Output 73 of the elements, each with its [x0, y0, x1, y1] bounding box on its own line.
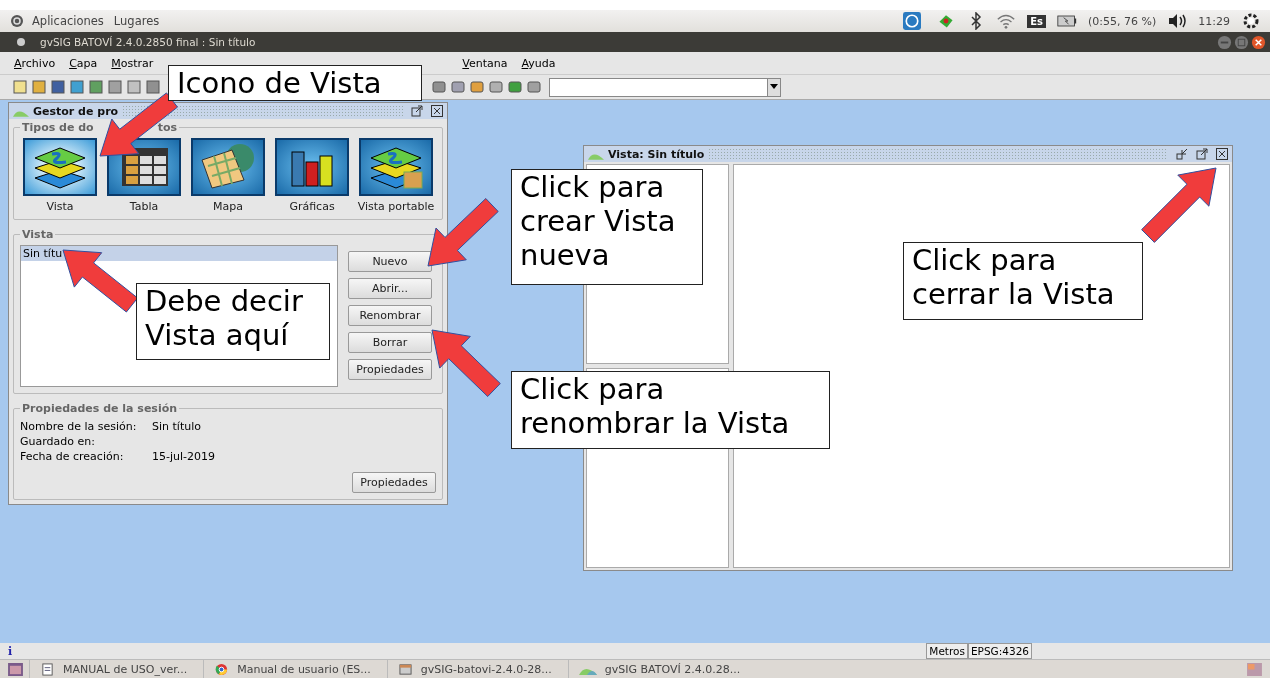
action-button[interactable]: Abrir...	[348, 278, 432, 299]
maximize-icon[interactable]	[411, 105, 423, 117]
menu-item[interactable]: Archivo	[12, 56, 58, 70]
document-icon	[40, 662, 55, 676]
panel-menu[interactable]: Lugares	[113, 14, 160, 28]
taskbar-item[interactable]: gvSIG BATOVÍ 2.4.0.28...	[567, 660, 751, 678]
toolbar-icon[interactable]	[145, 79, 161, 95]
update-icon[interactable]	[902, 12, 923, 30]
keyboard-layout[interactable]: Es	[1027, 14, 1047, 28]
menu-item[interactable]: Ventana	[460, 56, 510, 70]
taskbar-item[interactable]: gvSIG-batovi-2.4.0-28...	[386, 660, 562, 678]
section-legend: Propiedades de la sesión	[22, 402, 178, 415]
close-icon[interactable]	[431, 105, 443, 117]
app-icon	[16, 37, 26, 47]
maximize-icon[interactable]	[1196, 148, 1208, 160]
toolbar-icon[interactable]	[31, 79, 47, 95]
battery-icon[interactable]	[1057, 12, 1078, 30]
info-mark: i	[8, 644, 13, 658]
battery-status[interactable]: (0:55, 76 %)	[1088, 14, 1157, 28]
document-list-item[interactable]: Sin títu	[21, 246, 337, 261]
toolbar-icon[interactable]	[469, 79, 485, 95]
annotation-callout: Click para cerrar la Vista	[903, 242, 1143, 320]
window-title: gvSIG BATOVÍ 2.4.0.2850 final : Sin título	[40, 36, 256, 48]
session-value: Sin título	[152, 419, 201, 434]
session-label: Fecha de creación:	[20, 449, 125, 464]
annotation-callout: Click para crear Vista nueva	[511, 169, 703, 285]
panel-menu[interactable]: Aplicaciones	[32, 14, 104, 28]
clock[interactable]: 11:29	[1198, 14, 1230, 28]
toolbar-icon[interactable]	[488, 79, 504, 95]
toolbar-icon[interactable]	[431, 79, 447, 95]
toolbar-icon[interactable]	[507, 79, 523, 95]
bluetooth-icon[interactable]	[970, 12, 983, 30]
action-button[interactable]: Nuevo	[348, 251, 432, 272]
session-value: 15-jul-2019	[152, 449, 215, 464]
annotation-callout: Click para renombrar la Vista	[511, 371, 830, 449]
action-button[interactable]: Borrar	[348, 332, 432, 353]
annotation-callout: Icono de Vista	[168, 65, 422, 101]
panel-title: Gestor de pro	[33, 104, 119, 118]
archive-icon	[397, 662, 413, 676]
browser-icon	[214, 662, 230, 676]
session-label: Guardado en:	[20, 434, 96, 449]
section-legend: Vista	[22, 228, 54, 241]
wifi-icon[interactable]	[996, 12, 1017, 30]
section-legend: Tipos de do	[22, 121, 94, 134]
crs-field[interactable]: EPSG:4326	[967, 643, 1032, 659]
toolbar-icon[interactable]	[69, 79, 85, 95]
close-icon[interactable]	[1251, 34, 1266, 50]
dropdown-caret-icon[interactable]	[770, 84, 778, 90]
ubuntu-logo-icon[interactable]	[10, 14, 24, 28]
menu-item[interactable]: Capa	[67, 56, 100, 70]
show-desktop-icon[interactable]	[8, 662, 23, 676]
toolbar-icon[interactable]	[450, 79, 466, 95]
toolbar-icon[interactable]	[50, 79, 66, 95]
session-label: Nombre de la sesión:	[20, 419, 138, 434]
properties-button[interactable]: Propiedades	[352, 472, 436, 493]
units-field: Metros	[926, 643, 968, 659]
toolbar-icon[interactable]	[88, 79, 104, 95]
menu-item[interactable]: Mostrar	[109, 56, 156, 70]
toolbar-icon[interactable]	[526, 79, 542, 95]
pointer-arrow	[431, 329, 501, 397]
minimize-icon[interactable]	[1176, 148, 1188, 160]
menu-item[interactable]: Ayuda	[519, 56, 558, 70]
close-icon[interactable]	[1216, 148, 1228, 160]
taskbar-item[interactable]: MANUAL de USO_ver...	[29, 660, 198, 678]
action-button[interactable]: Propiedades	[348, 359, 432, 380]
action-button[interactable]: Renombrar	[348, 305, 432, 326]
annotation-callout: Debe decir Vista aquí	[136, 283, 330, 360]
toolbar-icon[interactable]	[126, 79, 142, 95]
volume-icon[interactable]	[1167, 12, 1188, 30]
toolbar-icon[interactable]	[107, 79, 123, 95]
taskbar-item[interactable]: Manual de usuario (ES...	[203, 660, 381, 678]
panel-title: Vista: Sin título	[608, 147, 705, 161]
section-legend: tos	[157, 121, 178, 134]
